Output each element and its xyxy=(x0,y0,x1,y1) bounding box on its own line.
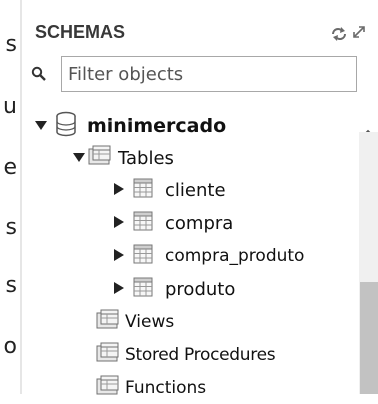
tree-item-table[interactable]: compra_produto xyxy=(113,240,304,272)
schemas-header: SCHEMAS xyxy=(35,22,126,42)
collapsed-arrow-icon[interactable] xyxy=(113,280,125,299)
tree-item-table[interactable]: cliente xyxy=(113,174,226,206)
expand-icon[interactable] xyxy=(352,24,366,43)
refresh-icon[interactable] xyxy=(330,26,348,45)
functions-label: Functions xyxy=(125,378,207,398)
expanded-arrow-icon[interactable] xyxy=(34,117,48,136)
expanded-arrow-icon[interactable] xyxy=(72,149,86,168)
folder-icon xyxy=(96,375,120,401)
table-name-label: cliente xyxy=(165,179,226,201)
folder-icon xyxy=(96,342,120,368)
table-name-label: compra_produto xyxy=(165,246,305,266)
views-label: Views xyxy=(125,312,175,332)
tree-item-views-folder[interactable]: Views xyxy=(96,306,174,338)
table-icon xyxy=(133,211,153,235)
table-name-label: produto xyxy=(165,278,236,300)
collapsed-arrow-icon[interactable] xyxy=(113,214,125,233)
table-icon xyxy=(133,244,153,268)
table-icon xyxy=(133,277,153,301)
table-name-label: compra xyxy=(165,212,234,234)
tree-item-table[interactable]: produto xyxy=(113,273,235,305)
collapsed-arrow-icon[interactable] xyxy=(113,181,125,200)
collapsed-arrow-icon[interactable] xyxy=(113,247,125,266)
stored-procedures-label: Stored Procedures xyxy=(125,345,276,365)
tree-item-schema-minimercado[interactable]: minimercado xyxy=(34,110,226,142)
panel-divider[interactable] xyxy=(20,0,22,394)
filter-objects-input[interactable] xyxy=(61,56,357,92)
schema-name-label: minimercado xyxy=(87,115,227,137)
tree-item-functions-folder[interactable]: Functions xyxy=(96,372,206,404)
tree-item-table[interactable]: compra xyxy=(113,207,233,239)
table-icon xyxy=(133,178,153,202)
folder-icon xyxy=(88,145,112,171)
tables-label: Tables xyxy=(118,147,174,169)
database-icon xyxy=(55,111,77,141)
search-icon xyxy=(31,66,47,86)
scrollbar-thumb[interactable] xyxy=(360,282,378,394)
tree-item-tables-folder[interactable]: Tables xyxy=(72,142,174,174)
folder-icon xyxy=(96,309,120,335)
tree-item-stored-procedures-folder[interactable]: Stored Procedures xyxy=(96,339,276,371)
